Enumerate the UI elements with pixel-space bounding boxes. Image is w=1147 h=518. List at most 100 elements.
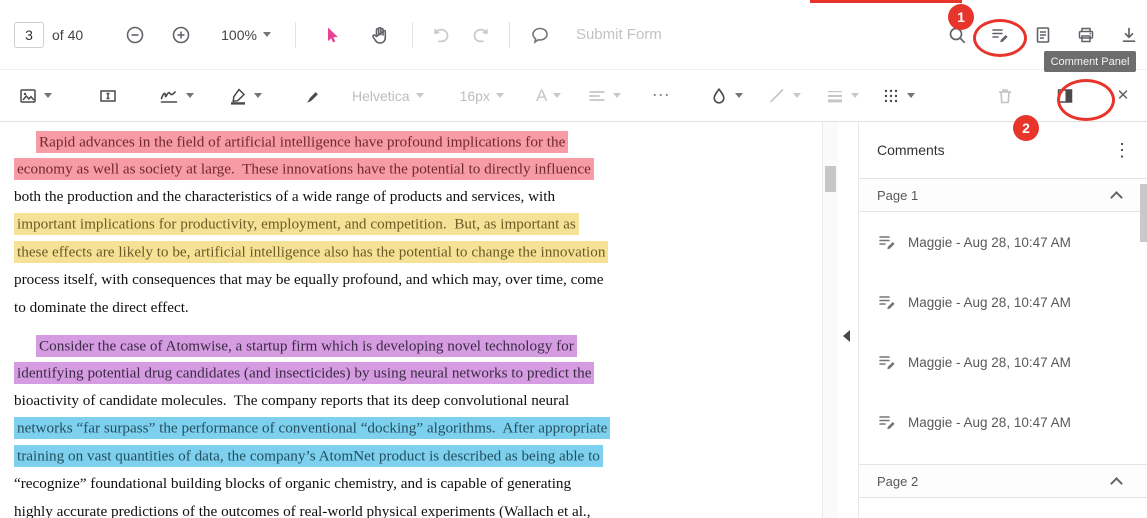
line-thickness-button[interactable] xyxy=(825,86,859,106)
undo-button[interactable] xyxy=(425,19,457,51)
chevron-down-icon xyxy=(735,93,743,98)
freehand-tool-button[interactable] xyxy=(296,80,328,112)
section-label: Page 2 xyxy=(877,474,918,489)
scrollbar-thumb[interactable] xyxy=(1140,184,1147,242)
text-box-icon xyxy=(98,86,118,106)
comments-section-header[interactable]: Page 1 xyxy=(859,178,1147,212)
callout-circle-2 xyxy=(1057,79,1115,121)
comment-item[interactable]: Maggie - Aug 28, 10:47 AM xyxy=(859,272,1147,332)
highlighter-icon xyxy=(228,86,248,106)
annotation-red-line xyxy=(810,0,962,3)
redo-button[interactable] xyxy=(465,19,497,51)
document-page: Rapid advances in the field of artificia… xyxy=(0,122,822,518)
document-text-line: “recognize” foundational building blocks… xyxy=(14,470,822,498)
chevron-down-icon xyxy=(553,93,561,98)
highlighted-text[interactable]: Consider the case of Atomwise, a startup… xyxy=(36,335,577,357)
delete-button[interactable] xyxy=(989,80,1021,112)
document-text-line: bioactivity of candidate molecules. The … xyxy=(14,387,822,415)
comments-scrollbar[interactable] xyxy=(1140,184,1147,484)
chevron-down-icon xyxy=(907,93,915,98)
comments-panel: Comments ⋮ Page 1 Maggie - Aug 28, 10:47… xyxy=(858,122,1147,518)
highlighted-text[interactable]: Rapid advances in the field of artificia… xyxy=(36,131,568,153)
opacity-button[interactable] xyxy=(881,86,915,106)
pan-tool-button[interactable] xyxy=(364,19,396,51)
redo-icon xyxy=(471,25,491,45)
comment-item-label: Maggie - Aug 28, 10:47 AM xyxy=(908,415,1071,430)
comment-tool-button[interactable] xyxy=(524,19,556,51)
panel-gutter xyxy=(838,122,858,518)
highlighted-text[interactable]: these effects are likely to be, artifici… xyxy=(14,241,608,263)
undo-icon xyxy=(431,25,451,45)
comment-item[interactable]: Maggie - Aug 28, 10:47 AM xyxy=(859,392,1147,452)
download-button[interactable] xyxy=(1113,19,1145,51)
highlighted-text[interactable]: training on vast quantities of data, the… xyxy=(14,445,603,467)
zoom-out-button[interactable] xyxy=(119,19,151,51)
highlight-tool-button[interactable] xyxy=(228,86,262,106)
font-color-icon: A xyxy=(536,87,547,104)
fill-color-button[interactable] xyxy=(709,86,743,106)
highlighted-text[interactable]: important implications for productivity,… xyxy=(14,213,579,235)
text-align-button[interactable] xyxy=(587,86,621,106)
stroke-line-icon xyxy=(767,86,787,106)
hand-icon xyxy=(370,25,390,45)
font-size-value: 16px xyxy=(460,88,490,104)
comments-section-header[interactable]: Page 2 xyxy=(859,464,1147,498)
document-lines-icon xyxy=(1033,25,1053,45)
zoom-level-select[interactable]: 100% xyxy=(221,27,271,43)
page-number-input[interactable]: 3 xyxy=(14,22,44,48)
line-thickness-icon xyxy=(825,86,845,106)
free-text-tool-button[interactable] xyxy=(92,80,124,112)
chevron-up-icon xyxy=(1110,191,1123,204)
font-family-select[interactable]: Helvetica xyxy=(352,88,424,104)
signature-tool-button[interactable] xyxy=(158,86,194,106)
chevron-down-icon xyxy=(793,93,801,98)
select-tool-button[interactable] xyxy=(316,19,348,51)
scrollbar-thumb[interactable] xyxy=(825,166,836,192)
document-text-line: economy as well as society at large. The… xyxy=(14,156,822,184)
content-area: Rapid advances in the field of artificia… xyxy=(0,122,1147,518)
panel-collapse-arrow-icon[interactable] xyxy=(843,330,850,342)
document-text-line: both the production and the characterist… xyxy=(14,183,822,211)
image-tool-button[interactable] xyxy=(18,86,52,106)
close-icon: ✕ xyxy=(1117,88,1130,103)
image-icon xyxy=(18,86,38,106)
comment-item-label: Maggie - Aug 28, 10:47 AM xyxy=(908,295,1071,310)
font-size-select[interactable]: 16px xyxy=(460,88,504,104)
document-text-line: training on vast quantities of data, the… xyxy=(14,443,822,471)
signature-icon xyxy=(158,86,180,106)
document-text-line: Rapid advances in the field of artificia… xyxy=(14,128,822,156)
document-text-line: networks “far surpass” the performance o… xyxy=(14,415,822,443)
more-options-button[interactable]: ⋯ xyxy=(645,80,677,112)
comment-item-label: Maggie - Aug 28, 10:47 AM xyxy=(908,355,1071,370)
comments-panel-header: Comments ⋮ xyxy=(859,122,1147,178)
kebab-menu-icon[interactable]: ⋮ xyxy=(1111,140,1133,161)
zoom-in-button[interactable] xyxy=(165,19,197,51)
document-text-line: process itself, with consequences that m… xyxy=(14,266,822,294)
cursor-arrow-icon xyxy=(322,25,342,45)
highlighted-text[interactable]: economy as well as society at large. The… xyxy=(14,158,594,180)
toolbar-divider xyxy=(509,22,510,48)
highlighted-text[interactable]: identifying potential drug candidates (a… xyxy=(14,362,594,384)
page-panel-button[interactable] xyxy=(1027,19,1059,51)
align-left-icon xyxy=(587,86,607,106)
font-color-button[interactable]: A xyxy=(536,87,561,104)
document-text-line: these effects are likely to be, artifici… xyxy=(14,238,822,266)
comments-panel-title: Comments xyxy=(877,142,945,158)
chevron-down-icon xyxy=(496,93,504,98)
printer-icon xyxy=(1076,25,1096,45)
comment-item[interactable]: Maggie - Aug 28, 10:47 AM xyxy=(859,332,1147,392)
trash-icon xyxy=(995,86,1015,106)
highlighted-text[interactable]: networks “far surpass” the performance o… xyxy=(14,417,610,439)
chevron-down-icon xyxy=(851,93,859,98)
speech-bubble-icon xyxy=(530,25,550,45)
chevron-down-icon xyxy=(186,93,194,98)
stroke-color-button[interactable] xyxy=(767,86,801,106)
submit-form-button[interactable]: Submit Form xyxy=(576,26,662,43)
callout-step-2-badge: 2 xyxy=(1013,115,1039,141)
print-button[interactable] xyxy=(1070,19,1102,51)
document-scrollbar[interactable] xyxy=(822,122,838,518)
font-family-value: Helvetica xyxy=(352,88,410,104)
brush-icon xyxy=(302,86,322,106)
comment-item[interactable]: Maggie - Aug 28, 10:47 AM xyxy=(859,212,1147,272)
chevron-down-icon xyxy=(416,93,424,98)
